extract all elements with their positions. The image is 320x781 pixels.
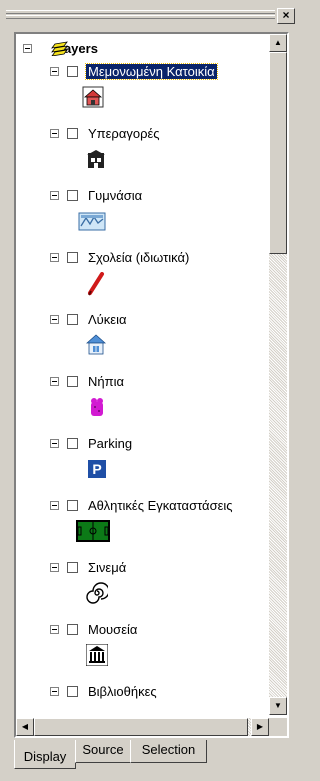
collapse-toggle[interactable]	[50, 190, 59, 200]
scrollbar-corner	[269, 718, 287, 736]
collapse-toggle[interactable]	[50, 66, 59, 76]
layer-label[interactable]: Σχολεία (ιδιωτικά)	[86, 250, 191, 265]
table-of-contents: Layers Μεμονωμένη Κατοικία Υπεραγορές Γυ…	[14, 32, 289, 738]
vertical-scrollbar[interactable]: ▲ ▼	[269, 34, 287, 715]
layer-item[interactable]: Σινεμά	[50, 558, 128, 576]
horizontal-scrollbar[interactable]: ◀ ▶	[16, 718, 269, 736]
horizontal-scroll-thumb[interactable]	[34, 718, 248, 736]
layer-visibility-checkbox[interactable]	[67, 375, 78, 387]
layer-item[interactable]: Μεμονωμένη Κατοικία	[50, 62, 218, 80]
collapse-toggle[interactable]	[50, 128, 59, 138]
layer-item[interactable]: Βιβλιοθήκες	[50, 682, 159, 700]
title-bar[interactable]: ×	[6, 6, 297, 28]
toc-window: × Layers Μεμονωμένη Κατοικία Υπεραγορές …	[0, 0, 303, 781]
kindergarten-icon	[91, 398, 103, 416]
layer-label[interactable]: Λύκεια	[86, 312, 129, 327]
layer-item[interactable]: Μουσεία	[50, 620, 139, 638]
layer-visibility-checkbox[interactable]	[67, 685, 78, 697]
pencil-icon	[88, 272, 104, 296]
layers-root[interactable]: Layers	[23, 40, 98, 56]
layer-visibility-checkbox[interactable]	[67, 251, 78, 263]
svg-text:P: P	[92, 461, 101, 477]
collapse-toggle[interactable]	[50, 314, 59, 324]
drag-grip[interactable]	[6, 15, 275, 19]
house-icon	[82, 86, 104, 108]
layer-item[interactable]: Υπεραγορές	[50, 124, 162, 142]
collapse-toggle[interactable]	[50, 500, 59, 510]
scroll-up-button[interactable]: ▲	[269, 34, 287, 52]
layer-label[interactable]: Μεμονωμένη Κατοικία	[85, 62, 218, 80]
layer-label[interactable]: Νήπια	[86, 374, 126, 389]
tab-display[interactable]: Display	[14, 740, 76, 769]
drag-grip[interactable]	[6, 10, 275, 14]
layer-item[interactable]: Λύκεια	[50, 310, 129, 328]
collapse-toggle[interactable]	[50, 686, 59, 696]
collapse-toggle[interactable]	[50, 438, 59, 448]
collapse-toggle[interactable]	[50, 624, 59, 634]
parking-icon: P	[88, 460, 106, 478]
layer-tree: Layers Μεμονωμένη Κατοικία Υπεραγορές Γυ…	[16, 34, 269, 715]
vertical-scroll-thumb[interactable]	[269, 52, 287, 254]
layer-label[interactable]: Γυμνάσια	[86, 188, 144, 203]
layer-visibility-checkbox[interactable]	[67, 561, 78, 573]
collapse-toggle[interactable]	[23, 43, 32, 53]
layer-label[interactable]: Υπεραγορές	[86, 126, 162, 141]
collapse-toggle[interactable]	[50, 376, 59, 386]
layer-visibility-checkbox[interactable]	[67, 313, 78, 325]
tab-source[interactable]: Source	[75, 740, 131, 763]
layer-label[interactable]: Σινεμά	[86, 560, 128, 575]
cinema-spiral-icon	[86, 582, 108, 604]
school-building-icon	[78, 212, 106, 231]
scroll-down-button[interactable]: ▼	[269, 697, 287, 715]
scroll-right-button[interactable]: ▶	[251, 718, 269, 736]
layer-item[interactable]: Γυμνάσια	[50, 186, 144, 204]
sports-field-icon	[76, 520, 110, 542]
layer-visibility-checkbox[interactable]	[67, 65, 78, 77]
museum-icon	[86, 644, 108, 666]
layer-label[interactable]: Μουσεία	[86, 622, 139, 637]
close-button[interactable]: ×	[277, 8, 295, 24]
supermarket-icon	[87, 150, 105, 168]
layers-icon	[51, 41, 68, 56]
collapse-toggle[interactable]	[50, 562, 59, 572]
layer-label[interactable]: Αθλητικές Εγκαταστάσεις	[86, 498, 235, 513]
school-house-icon	[86, 334, 106, 355]
layer-visibility-checkbox[interactable]	[67, 623, 78, 635]
layer-item[interactable]: Parking	[50, 434, 134, 452]
layer-label[interactable]: Parking	[86, 436, 134, 451]
tab-selection[interactable]: Selection	[130, 740, 207, 763]
collapse-toggle[interactable]	[50, 252, 59, 262]
layer-item[interactable]: Αθλητικές Εγκαταστάσεις	[50, 496, 235, 514]
layer-visibility-checkbox[interactable]	[67, 499, 78, 511]
layer-visibility-checkbox[interactable]	[67, 189, 78, 201]
layer-label[interactable]: Βιβλιοθήκες	[86, 684, 159, 699]
layer-item[interactable]: Νήπια	[50, 372, 126, 390]
layer-visibility-checkbox[interactable]	[67, 437, 78, 449]
layer-visibility-checkbox[interactable]	[67, 127, 78, 139]
scroll-left-button[interactable]: ◀	[16, 718, 34, 736]
layer-item[interactable]: Σχολεία (ιδιωτικά)	[50, 248, 191, 266]
